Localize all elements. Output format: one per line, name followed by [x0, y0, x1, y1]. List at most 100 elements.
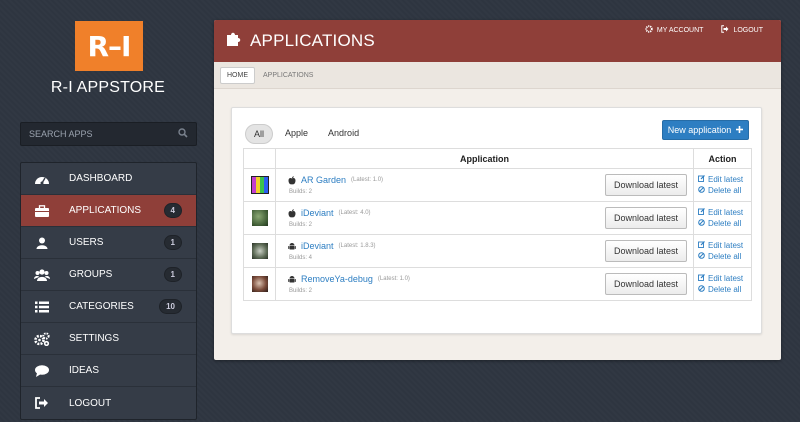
- sidebar-item-label: LOGOUT: [69, 397, 112, 409]
- edit-icon: [698, 273, 705, 284]
- delete-all-label: Delete all: [708, 285, 742, 294]
- sidebar-item-label: DASHBOARD: [69, 173, 133, 184]
- action-header: Action: [693, 148, 752, 169]
- sidebar-item-settings[interactable]: SETTINGS: [21, 323, 196, 355]
- latest-version: (Latest: 1.0): [351, 177, 384, 183]
- app-thumbnail: [251, 243, 268, 259]
- edit-latest-link[interactable]: Edit latest: [698, 207, 751, 218]
- count-badge: 1: [163, 267, 182, 282]
- sidebar-item-logout[interactable]: LOGOUT: [21, 387, 196, 419]
- edit-latest-label: Edit latest: [708, 274, 744, 283]
- delete-all-link[interactable]: Delete all: [698, 185, 751, 196]
- apple-icon: [288, 175, 296, 185]
- new-application-label: New application: [667, 125, 732, 135]
- sidebar-item-categories[interactable]: CATEGORIES 10: [21, 291, 196, 323]
- edit-icon: [698, 240, 705, 251]
- count-badge: 4: [163, 203, 182, 218]
- download-latest-button[interactable]: Download latest: [604, 174, 687, 196]
- edit-latest-label: Edit latest: [708, 241, 744, 250]
- count-badge: 10: [159, 299, 182, 314]
- android-icon: [288, 242, 296, 251]
- logout-link[interactable]: LOGOUT: [721, 25, 763, 35]
- new-application-button[interactable]: New application: [662, 120, 749, 140]
- download-latest-button[interactable]: Download latest: [604, 207, 687, 229]
- sidebar-item-applications[interactable]: APPLICATIONS 4: [21, 195, 196, 227]
- sidebar-item-label: CATEGORIES: [69, 301, 134, 312]
- app-name-link[interactable]: iDeviant: [301, 241, 334, 251]
- table-row: iDeviant (Latest: 1.8.3) Builds: 4 Downl…: [243, 234, 752, 268]
- app-name-link[interactable]: AR Garden: [301, 175, 346, 185]
- search-icon[interactable]: [178, 125, 188, 143]
- main-panel: APPLICATIONS MY ACCOUNT LOGOUT HOME APPL…: [214, 20, 781, 360]
- download-latest-button[interactable]: Download latest: [604, 240, 687, 262]
- delete-all-label: Delete all: [708, 252, 742, 261]
- applications-card: All Apple Android New application Applic…: [231, 107, 762, 334]
- ban-icon: [698, 185, 705, 196]
- my-account-link[interactable]: MY ACCOUNT: [645, 25, 704, 35]
- app-name-link[interactable]: iDeviant: [301, 208, 334, 218]
- sidebar-item-label: USERS: [69, 237, 104, 248]
- table-row: iDeviant (Latest: 4.0) Builds: 2 Downloa…: [243, 201, 752, 235]
- applications-table: Application Action AR Garden (Latest: 1.…: [243, 148, 752, 301]
- apple-icon: [288, 208, 296, 218]
- page-title: APPLICATIONS: [250, 31, 375, 50]
- download-latest-button[interactable]: Download latest: [604, 273, 687, 295]
- edit-latest-link[interactable]: Edit latest: [698, 174, 751, 185]
- group-icon: [33, 267, 51, 283]
- panel-header: APPLICATIONS MY ACCOUNT LOGOUT: [214, 20, 781, 62]
- briefcase-icon: [33, 203, 51, 219]
- sign-out-icon: [33, 395, 51, 411]
- latest-version: (Latest: 1.8.3): [338, 243, 376, 249]
- application-header: Application: [275, 148, 694, 169]
- thumbnail-header: [243, 148, 276, 169]
- logo[interactable]: R–I: [75, 21, 143, 71]
- logout-label: LOGOUT: [733, 26, 763, 34]
- ban-icon: [698, 218, 705, 229]
- dashboard-icon: [33, 171, 51, 187]
- delete-all-label: Delete all: [708, 219, 742, 228]
- user-icon: [33, 235, 51, 251]
- count-badge: 1: [163, 235, 182, 250]
- breadcrumb-home[interactable]: HOME: [220, 66, 255, 84]
- sidebar-item-users[interactable]: USERS 1: [21, 227, 196, 259]
- latest-version: (Latest: 4.0): [338, 210, 371, 216]
- sidebar-item-groups[interactable]: GROUPS 1: [21, 259, 196, 291]
- gears-icon: [33, 331, 51, 347]
- sidebar-item-label: IDEAS: [69, 365, 100, 376]
- breadcrumb-current: APPLICATIONS: [263, 71, 314, 79]
- delete-all-link[interactable]: Delete all: [698, 218, 751, 229]
- gear-icon: [645, 25, 653, 35]
- sidebar-item-dashboard[interactable]: DASHBOARD: [21, 163, 196, 195]
- sidebar-item-label: SETTINGS: [69, 333, 120, 344]
- sidebar-item-label: APPLICATIONS: [69, 205, 142, 216]
- delete-all-link[interactable]: Delete all: [698, 251, 751, 262]
- app-name-link[interactable]: RemoveYa-debug: [301, 274, 373, 284]
- app-thumbnail: [251, 276, 268, 292]
- edit-latest-link[interactable]: Edit latest: [698, 273, 751, 284]
- breadcrumb: HOME APPLICATIONS: [214, 62, 781, 89]
- filter-android[interactable]: Android: [320, 124, 367, 144]
- filter-all[interactable]: All: [245, 124, 274, 144]
- app-thumbnail: [250, 176, 269, 194]
- sidebar-item-ideas[interactable]: IDEAS: [21, 355, 196, 387]
- ban-icon: [698, 251, 705, 262]
- sidebar-nav: DASHBOARD APPLICATIONS 4 USERS 1 GROUPS …: [20, 162, 197, 420]
- latest-version: (Latest: 1.0): [377, 276, 410, 282]
- table-row: RemoveYa-debug (Latest: 1.0) Builds: 2 D…: [243, 267, 752, 301]
- search-input[interactable]: [29, 129, 178, 139]
- ban-icon: [698, 284, 705, 295]
- app-thumbnail: [251, 210, 268, 226]
- my-account-label: MY ACCOUNT: [656, 26, 704, 34]
- edit-latest-label: Edit latest: [708, 175, 744, 184]
- sidebar-item-label: GROUPS: [69, 269, 113, 280]
- edit-latest-link[interactable]: Edit latest: [698, 240, 751, 251]
- edit-latest-label: Edit latest: [708, 208, 744, 217]
- delete-all-link[interactable]: Delete all: [698, 284, 751, 295]
- delete-all-label: Delete all: [708, 186, 742, 195]
- filter-apple[interactable]: Apple: [277, 124, 316, 144]
- android-icon: [288, 275, 296, 284]
- edit-icon: [698, 207, 705, 218]
- edit-icon: [698, 174, 705, 185]
- search-box[interactable]: [20, 122, 197, 146]
- table-row: AR Garden (Latest: 1.0) Builds: 2 Downlo…: [243, 168, 752, 202]
